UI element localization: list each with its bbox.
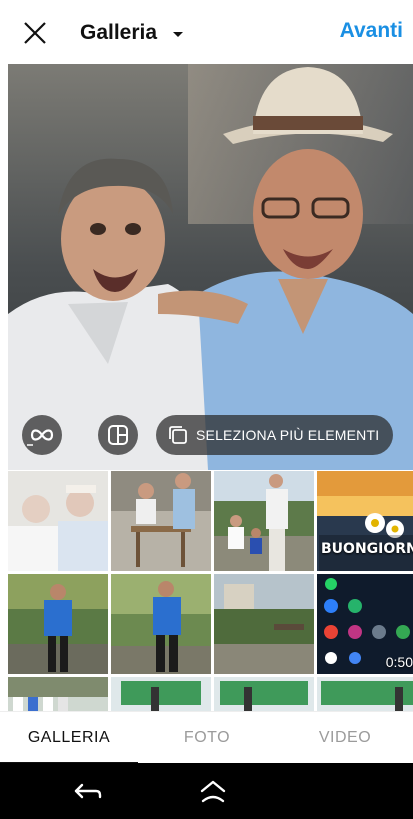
layout-icon: [108, 425, 128, 445]
gallery-thumbnail[interactable]: [8, 574, 108, 674]
gallery-thumbnail[interactable]: [111, 677, 211, 711]
video-duration: 0:50: [385, 654, 413, 670]
photo-thumbnail: [214, 677, 314, 711]
gallery-thumbnail[interactable]: [214, 574, 314, 674]
photo-thumbnail: [317, 677, 413, 711]
preview-tools: SELEZIONA PIÙ ELEMENTI: [22, 415, 394, 455]
next-button[interactable]: Avanti: [340, 19, 403, 43]
tab-label: GALLERIA: [27, 729, 111, 746]
thumbnail-text: BUONGIORNO: [321, 541, 413, 557]
photo-thumbnail: [8, 677, 108, 711]
preview-photo-illustration: [8, 64, 413, 470]
source-tabs: GALLERIA FOTO VIDEO: [0, 711, 413, 764]
page-title: Galleria: [80, 21, 158, 44]
gallery-thumbnail[interactable]: 0:50: [317, 574, 413, 674]
gallery-dropdown[interactable]: Galleria: [80, 18, 184, 48]
top-bar: Galleria Avanti: [0, 0, 413, 64]
tab-video[interactable]: VIDEO: [276, 712, 413, 764]
infinity-icon: [27, 429, 54, 446]
tab-label: VIDEO: [318, 729, 372, 746]
gallery-thumbnail[interactable]: [214, 677, 314, 711]
close-icon[interactable]: [22, 20, 48, 46]
gallery-thumbnail[interactable]: [111, 471, 211, 571]
caret-down-icon: [173, 31, 184, 37]
gallery-thumbnail[interactable]: [111, 574, 211, 674]
gallery-thumbnail[interactable]: [317, 677, 413, 711]
photo-thumbnail: [111, 471, 211, 571]
gallery-thumbnail[interactable]: [8, 471, 108, 571]
tab-foto[interactable]: FOTO: [138, 712, 276, 764]
photo-thumbnail: [111, 574, 211, 674]
layout-button[interactable]: [98, 415, 138, 455]
system-navigation-bar: [0, 763, 413, 819]
photo-preview[interactable]: [8, 64, 413, 470]
gallery-thumbnail[interactable]: [214, 471, 314, 571]
tab-label: FOTO: [183, 729, 231, 746]
multi-select-icon: [169, 426, 187, 444]
photo-thumbnail: [8, 471, 108, 571]
gallery-grid: BUONGIORNO: [8, 471, 413, 711]
back-arrow-icon[interactable]: [72, 777, 102, 807]
boomerang-button[interactable]: [22, 415, 62, 455]
gallery-thumbnail[interactable]: [8, 677, 108, 711]
tab-galleria[interactable]: GALLERIA: [0, 712, 138, 764]
multi-select-label: SELEZIONA PIÙ ELEMENTI: [196, 427, 380, 443]
home-icon[interactable]: [198, 777, 228, 807]
photo-thumbnail: [111, 677, 211, 711]
multi-select-button[interactable]: SELEZIONA PIÙ ELEMENTI: [156, 415, 394, 455]
gallery-thumbnail[interactable]: BUONGIORNO: [317, 471, 413, 571]
photo-thumbnail: [214, 574, 314, 674]
photo-thumbnail: [8, 574, 108, 674]
photo-thumbnail: [214, 471, 314, 571]
